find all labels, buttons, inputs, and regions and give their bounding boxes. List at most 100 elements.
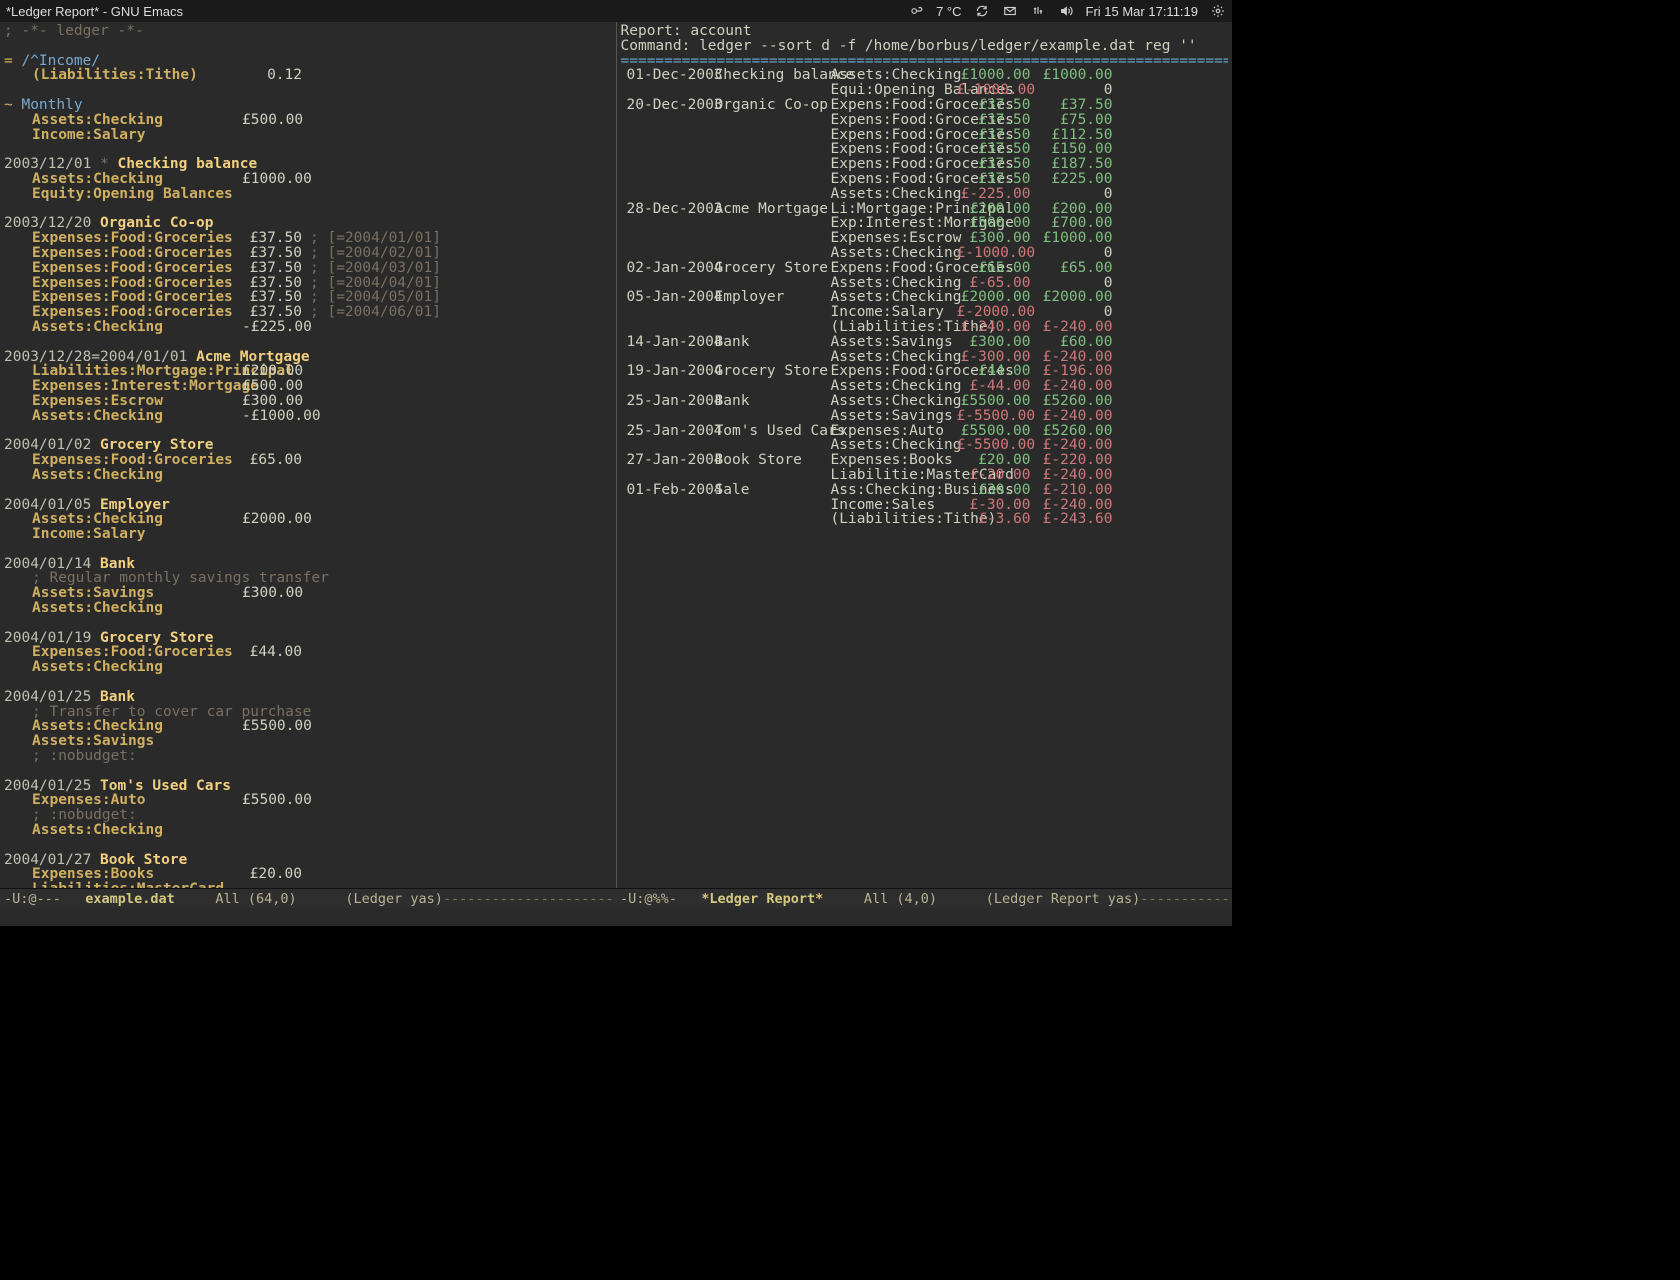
report-line: Expens:Food:Groceries£37.50£75.00 — [621, 113, 1229, 128]
source-line: Equity:Opening Balances — [4, 187, 612, 202]
source-line — [4, 142, 612, 157]
source-line: Assets:Checking£500.00 — [4, 113, 612, 128]
source-line — [4, 616, 612, 631]
report-line: 25-Jan-2004Tom's Used CarsExpenses:Auto£… — [621, 424, 1229, 439]
report-line: Assets:Checking£-225.000 — [621, 187, 1229, 202]
source-line: ; :nobudget: — [4, 808, 612, 823]
report-line: Expens:Food:Groceries£37.50£150.00 — [621, 142, 1229, 157]
source-line: Expenses:Books£20.00 — [4, 867, 612, 882]
report-line: Exp:Interest:Mortgage£500.00£700.00 — [621, 216, 1229, 231]
settings-icon[interactable] — [1210, 3, 1226, 19]
source-line — [4, 83, 612, 98]
source-line: Liabilities:MasterCard — [4, 882, 612, 888]
report-line: Equi:Opening Balances£-1000.000 — [621, 83, 1229, 98]
clock: Fri 15 Mar 17:11:19 — [1086, 4, 1198, 19]
major-mode: (Ledger yas) — [345, 891, 443, 907]
cursor-position: All (64,0) — [215, 891, 296, 907]
modeline-left[interactable]: -U:@--- example.dat All (64,0) (Ledger y… — [0, 891, 616, 907]
report-line: 25-Jan-2004BankAssets:Checking£5500.00£5… — [621, 394, 1229, 409]
report-line: 19-Jan-2004Grocery StoreExpens:Food:Groc… — [621, 364, 1229, 379]
source-line — [4, 838, 612, 853]
report-line: Expens:Food:Groceries£37.50£112.50 — [621, 128, 1229, 143]
source-line — [4, 764, 612, 779]
source-line — [4, 542, 612, 557]
source-line: Assets:Checking£1000.00 — [4, 172, 612, 187]
report-line: 01-Feb-2004SaleAss:Checking:Business£30.… — [621, 483, 1229, 498]
report-line: Command: ledger --sort d -f /home/borbus… — [621, 39, 1229, 54]
source-line: 2004/01/25 Tom's Used Cars — [4, 779, 612, 794]
report-line: Expens:Food:Groceries£37.50£187.50 — [621, 157, 1229, 172]
source-line: Assets:Checking — [4, 823, 612, 838]
report-line: Report: account — [621, 24, 1229, 39]
modeline-right[interactable]: -U:@%%- *Ledger Report* All (4,0) (Ledge… — [616, 891, 1232, 907]
source-line: ~ Monthly — [4, 98, 612, 113]
report-line: Expenses:Escrow£300.00£1000.00 — [621, 231, 1229, 246]
major-mode: (Ledger Report yas) — [986, 891, 1140, 907]
report-line: (Liabilities:Tithe)£-240.00£-240.00 — [621, 320, 1229, 335]
source-line — [4, 483, 612, 498]
source-line: Expenses:Food:Groceries£65.00 — [4, 453, 612, 468]
refresh-icon[interactable] — [974, 3, 990, 19]
source-line: Expenses:Auto£5500.00 — [4, 793, 612, 808]
source-line: Assets:Checking-£1000.00 — [4, 409, 612, 424]
network-icon[interactable] — [1030, 3, 1046, 19]
source-line: Expenses:Food:Groceries£37.50; [=2004/01… — [4, 231, 612, 246]
source-line — [4, 424, 612, 439]
buffer-name: example.dat — [85, 891, 174, 907]
source-line: Assets:Checking£5500.00 — [4, 719, 612, 734]
top-panel: *Ledger Report* - GNU Emacs 7 °C Fri 15 … — [0, 0, 1232, 22]
source-line: 2004/01/05 Employer — [4, 498, 612, 513]
cursor-position: All (4,0) — [864, 891, 937, 907]
window-title: *Ledger Report* - GNU Emacs — [6, 4, 908, 19]
source-line: Expenses:Food:Groceries£37.50; [=2004/03… — [4, 261, 612, 276]
source-line: ; :nobudget: — [4, 749, 612, 764]
report-line: Assets:Checking£-1000.000 — [621, 246, 1229, 261]
ledger-source-buffer[interactable]: ; -*- ledger -*- = /^Income/(Liabilities… — [0, 22, 617, 888]
source-line: 2004/01/14 Bank — [4, 557, 612, 572]
source-line: 2003/12/28=2004/01/01 Acme Mortgage — [4, 350, 612, 365]
source-line: Expenses:Food:Groceries£37.50; [=2004/04… — [4, 276, 612, 291]
source-line: 2003/12/01 * Checking balance — [4, 157, 612, 172]
modeline-dashes: ----------------------------------------… — [1140, 891, 1232, 907]
report-line: Income:Sales£-30.00£-240.00 — [621, 498, 1229, 513]
report-line: ========================================… — [621, 54, 1229, 69]
source-line: ; -*- ledger -*- — [4, 24, 612, 39]
source-line: Expenses:Food:Groceries£37.50; [=2004/02… — [4, 246, 612, 261]
modeline-status: -U:@%%- — [620, 891, 677, 907]
report-line: 01-Dec-2003Checking balanceAssets:Checki… — [621, 68, 1229, 83]
source-line: ; Transfer to cover car purchase — [4, 705, 612, 720]
source-line: Liabilities:Mortgage:Principal£200.00 — [4, 364, 612, 379]
modelines: -U:@--- example.dat All (64,0) (Ledger y… — [0, 888, 1232, 908]
report-line: Assets:Checking£-44.00£-240.00 — [621, 379, 1229, 394]
report-line: Assets:Checking£-65.000 — [621, 276, 1229, 291]
buffer-name: *Ledger Report* — [701, 891, 823, 907]
source-line: Expenses:Escrow£300.00 — [4, 394, 612, 409]
system-tray: 7 °C Fri 15 Mar 17:11:19 — [908, 3, 1226, 19]
source-line: 2004/01/25 Bank — [4, 690, 612, 705]
modeline-status: -U:@--- — [4, 891, 61, 907]
report-line: 28-Dec-2003Acme MortgageLi:Mortgage:Prin… — [621, 202, 1229, 217]
source-line: Assets:Savings£300.00 — [4, 586, 612, 601]
source-line: Expenses:Interest:Mortgage£500.00 — [4, 379, 612, 394]
source-line: (Liabilities:Tithe)0.12 — [4, 68, 612, 83]
source-line: Assets:Checking — [4, 660, 612, 675]
report-line: 14-Jan-2004BankAssets:Savings£300.00£60.… — [621, 335, 1229, 350]
source-line: Expenses:Food:Groceries£37.50; [=2004/06… — [4, 305, 612, 320]
source-line: Assets:Checking — [4, 601, 612, 616]
report-line: 20-Dec-2003Organic Co-opExpens:Food:Groc… — [621, 98, 1229, 113]
report-line: 02-Jan-2004Grocery StoreExpens:Food:Groc… — [621, 261, 1229, 276]
report-line: Income:Salary£-2000.000 — [621, 305, 1229, 320]
source-line: Assets:Checking£2000.00 — [4, 512, 612, 527]
ledger-report-buffer[interactable]: Report: accountCommand: ledger --sort d … — [617, 22, 1233, 888]
minibuffer[interactable] — [0, 908, 1232, 926]
source-line: 2004/01/02 Grocery Store — [4, 438, 612, 453]
report-line: Assets:Checking£-5500.00£-240.00 — [621, 438, 1229, 453]
mail-icon[interactable] — [1002, 3, 1018, 19]
source-line: Income:Salary — [4, 527, 612, 542]
weather-icon[interactable] — [908, 3, 924, 19]
source-line — [4, 202, 612, 217]
source-line: Assets:Checking-£225.00 — [4, 320, 612, 335]
volume-icon[interactable] — [1058, 3, 1074, 19]
weather-text: 7 °C — [936, 4, 961, 19]
report-line: 05-Jan-2004EmployerAssets:Checking£2000.… — [621, 290, 1229, 305]
